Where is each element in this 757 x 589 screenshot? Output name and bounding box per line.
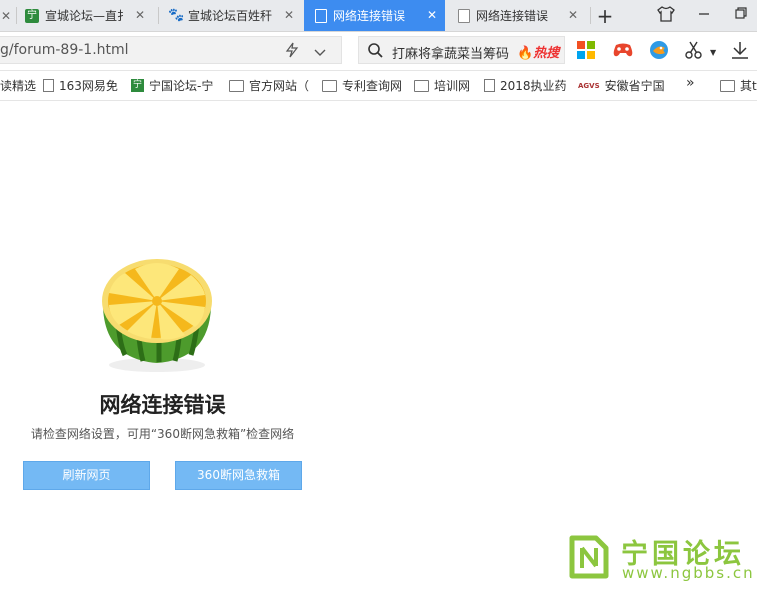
bookmark-label: 163网易免 [59, 79, 118, 93]
close-icon[interactable]: ✕ [566, 8, 580, 22]
folder-icon [322, 79, 337, 92]
bird-app-icon[interactable] [648, 39, 670, 61]
page-icon [43, 79, 54, 92]
tab-title: 宣城论坛百姓秆 [188, 9, 273, 23]
tab-xuancheng-baidu[interactable]: 🐾 宣城论坛百姓秆 ✕ [168, 0, 302, 31]
tab-bar: ✕ 宁 宣城论坛—直扌 ✕ 🐾 宣城论坛百姓秆 ✕ 网络连接错误 ✕ 网络连接错… [0, 0, 757, 32]
page-icon [484, 79, 495, 92]
close-icon[interactable]: ✕ [425, 8, 439, 22]
bookmark-item[interactable]: 官方网站（ [229, 77, 309, 94]
tab-title: 宣城论坛—直扌 [45, 9, 129, 23]
error-description: 请检查网络设置，可用“360断网急救箱”检查网络 [30, 427, 295, 441]
game-controller-icon[interactable] [612, 40, 634, 62]
close-icon[interactable]: ✕ [282, 8, 296, 22]
tab-title: 网络连接错误 [476, 9, 549, 23]
hot-search-label: 热搜 [533, 46, 560, 61]
bookmark-label: 2018执业药 [500, 79, 567, 93]
agvs-favicon-icon: AGVS [578, 81, 600, 90]
bookmark-item[interactable]: 其t [720, 77, 757, 94]
bookmark-item[interactable]: AGVS 安徽省宁国 [578, 77, 665, 94]
bookmark-item[interactable]: 专利查询网 [322, 77, 402, 94]
refresh-page-button[interactable]: 刷新网页 [23, 461, 150, 490]
bookmarks-bar: 读精选 163网易免 宁 宁国论坛-宁 官方网站（ 专利查询网 培训网 2018… [0, 71, 757, 101]
search-icon[interactable] [367, 42, 384, 63]
ngbbs-watermark: 宁国论坛 www.ngbbs.cn [566, 532, 753, 584]
skin-shirt-icon[interactable] [656, 6, 676, 26]
page-icon [458, 8, 470, 23]
tab-network-error-active[interactable]: 网络连接错误 ✕ [304, 0, 445, 31]
restore-button[interactable] [731, 6, 751, 26]
ngbbs-logo-icon [566, 534, 614, 584]
watermark-en: www.ngbbs.cn [622, 564, 755, 582]
bookmark-label: 其t [740, 79, 757, 93]
ningguo-favicon-icon: 宁 [131, 79, 144, 92]
tab-separator [16, 7, 17, 24]
folder-icon [229, 79, 244, 92]
bookmark-item[interactable]: 宁 宁国论坛-宁 [131, 77, 213, 94]
hot-search-badge[interactable]: 🔥热搜 [517, 42, 559, 61]
lemon-watermelon-icon [95, 255, 219, 375]
bookmark-label: 宁国论坛-宁 [149, 79, 214, 93]
bookmark-item[interactable]: 培训网 [414, 77, 470, 94]
search-query[interactable]: 打麻将拿蔬菜当筹码 [392, 43, 509, 62]
minimize-button[interactable] [694, 6, 714, 26]
tab-title: 网络连接错误 [333, 9, 406, 23]
folder-icon [720, 79, 735, 92]
tab-xuancheng-forum[interactable]: 宁 宣城论坛—直扌 ✕ [25, 0, 153, 31]
tab-separator [158, 7, 159, 24]
windows-apps-icon[interactable] [577, 41, 599, 63]
address-url[interactable]: g/forum-89-1.html [0, 42, 129, 58]
search-box[interactable]: 打麻将拿蔬菜当筹码 🔥热搜 [358, 36, 565, 64]
bookmark-label: 官方网站（ [249, 79, 310, 93]
network-rescue-button[interactable]: 360断网急救箱 [175, 461, 302, 490]
close-icon[interactable]: ✕ [133, 8, 147, 22]
bookmarks-more-button[interactable]: » [686, 75, 695, 91]
tab-network-error[interactable]: 网络连接错误 ✕ [458, 0, 586, 31]
error-title: 网络连接错误 [99, 393, 226, 417]
folder-icon [414, 79, 429, 92]
bookmark-item[interactable]: 2018执业药 [484, 77, 567, 94]
bookmark-label: 专利查询网 [342, 79, 403, 93]
address-toolbar: g/forum-89-1.html 打麻将拿蔬菜当筹码 🔥热搜 ▼ [0, 32, 757, 71]
bookmark-label: 读精选 [0, 79, 37, 93]
chevron-down-icon[interactable] [313, 44, 327, 63]
address-bar[interactable]: g/forum-89-1.html [0, 36, 342, 64]
download-icon[interactable] [730, 40, 752, 62]
flame-icon: 🔥 [517, 46, 534, 61]
tab-separator [590, 7, 591, 24]
tab-scroll-left[interactable]: ✕ [0, 0, 11, 31]
close-icon[interactable]: ✕ [0, 9, 11, 23]
page-icon [315, 8, 327, 23]
scissors-icon[interactable] [684, 40, 706, 62]
bookmark-label: 培训网 [434, 79, 471, 93]
baidu-paw-icon: 🐾 [168, 7, 185, 23]
scissors-dropdown-icon[interactable]: ▼ [710, 48, 716, 57]
bookmark-item[interactable]: 163网易免 [43, 77, 118, 94]
bookmark-label: 安徽省宁国 [604, 79, 665, 93]
new-tab-button[interactable]: + [595, 6, 615, 26]
bookmark-item[interactable]: 读精选 [0, 77, 36, 94]
lightning-icon[interactable] [285, 42, 299, 62]
ningguo-favicon-icon: 宁 [25, 8, 39, 23]
